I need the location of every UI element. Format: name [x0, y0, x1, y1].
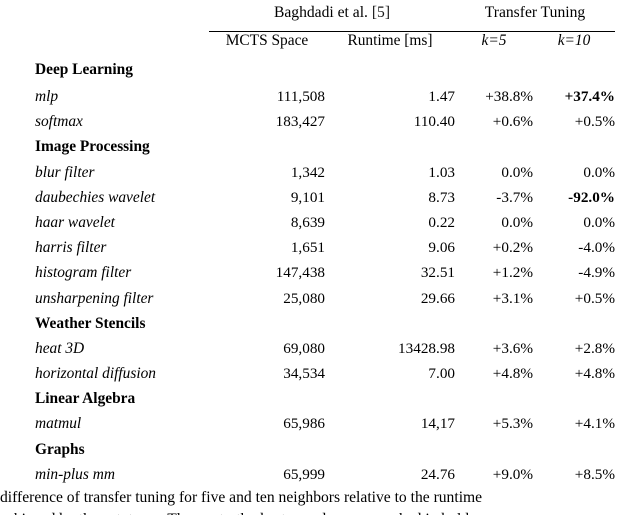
k10-value: +2.8% [574, 339, 615, 357]
header-group-baghdadi: Baghdadi et al. [5] [209, 4, 455, 32]
table-row: unsharpening filter 25,080 29.66 +3.1% +… [35, 290, 615, 315]
benchmark-name: matmul [35, 415, 82, 433]
runtime-value: 1.47 [428, 88, 455, 105]
header-group-blank [35, 4, 209, 32]
section-title: Weather Stencils [35, 314, 146, 332]
header-k10: k=10 [557, 32, 591, 49]
k10-value: +4.8% [574, 365, 615, 383]
benchmark-name: blur filter [35, 163, 95, 181]
benchmark-name: daubechies wavelet [35, 188, 156, 206]
header-runtime: Runtime [ms] [347, 32, 433, 49]
benchmark-name: heat 3D [35, 339, 85, 357]
header-benchmark [35, 32, 209, 61]
k5-value: +1.2% [492, 264, 533, 282]
paper-figure: Baghdadi et al. [5] Transfer Tuning MCTS… [0, 0, 640, 515]
mcts-space-value: 1,651 [290, 239, 325, 257]
k5-value: 0.0% [501, 163, 533, 181]
runtime-value: 32.51 [420, 264, 455, 282]
benchmark-name: mlp [35, 88, 59, 105]
mcts-space-value: 1,342 [290, 163, 325, 181]
section-header-row: Graphs [35, 441, 615, 466]
table-row: matmul 65,986 14,17 +5.3% +4.1% [35, 415, 615, 440]
section-header-row: Image Processing [35, 138, 615, 163]
citation-ref-label[interactable]: [5] [372, 4, 390, 21]
section-title: Image Processing [35, 138, 150, 156]
mcts-space-value: 111,508 [276, 88, 325, 105]
runtime-value: 14,17 [420, 415, 455, 433]
k5-value: +5.3% [492, 415, 533, 433]
caption-line-2: achieved by the autotuner. The waste-the… [0, 509, 640, 515]
results-table: Baghdadi et al. [5] Transfer Tuning MCTS… [35, 4, 615, 491]
k5-value: +4.8% [492, 365, 533, 383]
runtime-value: 0.22 [428, 213, 455, 231]
runtime-value: 1.03 [428, 163, 455, 181]
k5-value: +3.6% [492, 339, 533, 357]
benchmark-name: haar wavelet [35, 213, 115, 231]
mcts-space-value: 69,080 [283, 339, 325, 357]
table-body: Baghdadi et al. [5] Transfer Tuning MCTS… [35, 4, 615, 491]
table-caption: difference of transfer tuning for five a… [0, 487, 640, 515]
table-row: softmax 183,427 110.40 +0.6% +0.5% [35, 113, 615, 138]
runtime-value: 13428.98 [398, 339, 455, 357]
header-group-row: Baghdadi et al. [5] Transfer Tuning [35, 4, 615, 32]
k10-value: 0.0% [583, 163, 615, 181]
section-title: Deep Learning [35, 61, 133, 78]
section-header-row: Weather Stencils [35, 315, 615, 340]
header-mcts-space: MCTS Space [225, 32, 309, 49]
table-row: horizontal diffusion 34,534 7.00 +4.8% +… [35, 365, 615, 390]
table-row: haar wavelet 8,639 0.22 0.0% 0.0% [35, 214, 615, 239]
benchmark-name: histogram filter [35, 264, 132, 282]
runtime-value: 7.00 [428, 365, 455, 383]
benchmark-name: unsharpening filter [35, 289, 154, 307]
section-header-row: Deep Learning [35, 61, 615, 88]
table-row: daubechies wavelet 9,101 8.73 -3.7% -92.… [35, 189, 615, 214]
runtime-value: 110.40 [413, 113, 455, 131]
k10-value: +0.5% [574, 289, 615, 307]
mcts-space-value: 147,438 [275, 264, 325, 282]
k10-value: -92.0% [568, 188, 615, 206]
k5-value: -3.7% [496, 188, 533, 206]
k5-value: +38.8% [485, 88, 533, 105]
section-title: Graphs [35, 440, 85, 458]
k5-value: +0.6% [492, 113, 533, 131]
header-group-baghdadi-label: Baghdadi et al. [273, 4, 368, 21]
benchmark-name: softmax [35, 113, 83, 131]
caption-line-1: difference of transfer tuning for five a… [0, 489, 483, 506]
mcts-space-value: 34,534 [283, 365, 325, 383]
k10-value: 0.0% [583, 213, 615, 231]
table-row: harris filter 1,651 9.06 +0.2% -4.0% [35, 239, 615, 264]
runtime-value: 9.06 [428, 239, 455, 257]
k10-value: +4.1% [574, 415, 615, 433]
k10-value: -4.9% [578, 264, 615, 282]
k10-value: +37.4% [564, 88, 615, 105]
k10-value: +0.5% [574, 113, 615, 131]
mcts-space-value: 65,986 [283, 415, 325, 433]
runtime-value: 8.73 [428, 188, 455, 206]
benchmark-name: harris filter [35, 239, 107, 257]
mcts-space-value: 25,080 [283, 289, 325, 307]
mcts-space-value: 9,101 [290, 188, 325, 206]
k10-value: -4.0% [578, 239, 615, 257]
mcts-space-value: 183,427 [275, 113, 325, 131]
k5-value: +0.2% [492, 239, 533, 257]
mcts-space-value: 8,639 [290, 213, 325, 231]
header-k5: k=5 [481, 32, 507, 49]
section-title: Linear Algebra [35, 390, 136, 408]
section-header-row: Linear Algebra [35, 390, 615, 415]
runtime-value: 29.66 [420, 289, 455, 307]
table-row: heat 3D 69,080 13428.98 +3.6% +2.8% [35, 340, 615, 365]
k5-value: +3.1% [492, 289, 533, 307]
benchmark-name: horizontal diffusion [35, 365, 157, 383]
table-row: mlp 111,508 1.47 +38.8% +37.4% [35, 88, 615, 113]
table-row: blur filter 1,342 1.03 0.0% 0.0% [35, 164, 615, 189]
table-row: histogram filter 147,438 32.51 +1.2% -4.… [35, 264, 615, 289]
header-group-transfer: Transfer Tuning [484, 4, 586, 21]
header-sub-row: MCTS Space Runtime [ms] k=5 k=10 [35, 32, 615, 61]
k5-value: 0.0% [501, 213, 533, 231]
